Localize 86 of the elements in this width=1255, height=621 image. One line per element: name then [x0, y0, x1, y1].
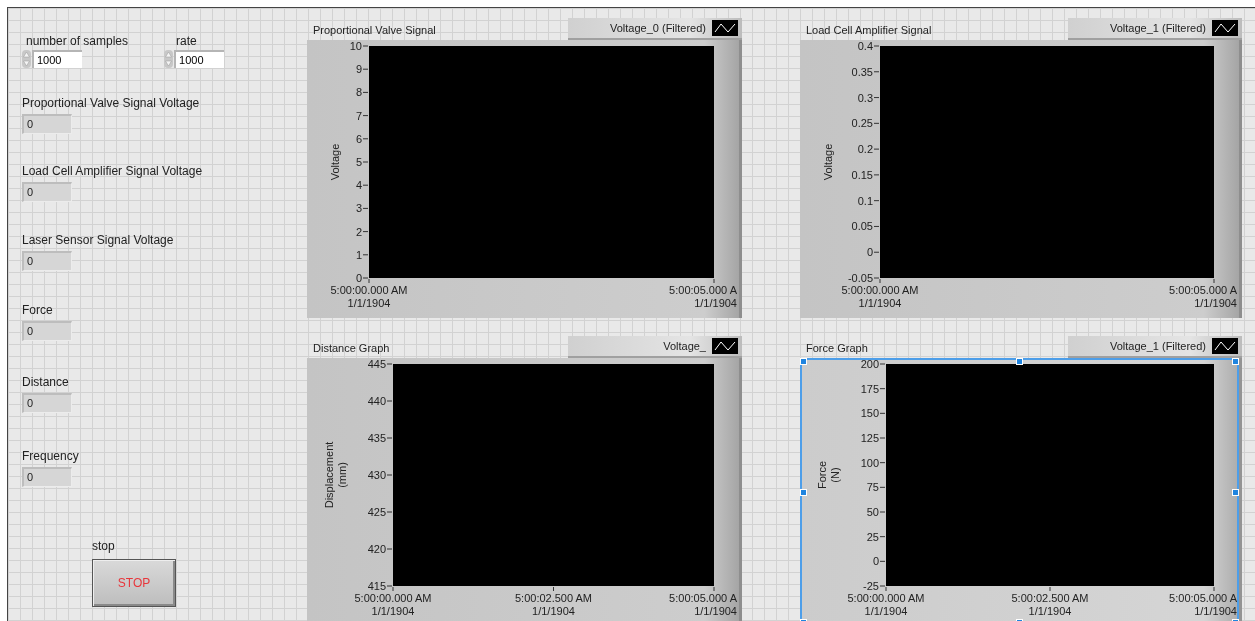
tick-label: 0.25 [851, 117, 873, 130]
resize-handle[interactable] [1232, 358, 1239, 365]
numeric-indicator: 0 [22, 393, 72, 413]
tick-label: 5:00:02.500 AM 1/1/1904 [514, 592, 593, 617]
control-label: number of samples [26, 34, 129, 48]
graph-title: Distance Graph [313, 342, 390, 354]
numeric-indicator: 0 [22, 114, 72, 134]
tick-label: 5:00:00.000 AM 1/1/1904 [330, 284, 408, 309]
tick-label: 5:00:05.000 A 1/1/1904 [669, 284, 737, 309]
tick-label: 415 [367, 580, 386, 592]
plot-line-icon [1212, 338, 1238, 354]
tick-label: 0.05 [851, 220, 873, 233]
tick-label: 5:00:00.000 AM 1/1/1904 [847, 592, 925, 617]
tick-label: 440 [367, 395, 386, 407]
tick-label: 100 [860, 456, 879, 469]
tick-label: 7 [355, 109, 362, 122]
tick-label: 435 [367, 432, 386, 444]
axis-title: Voltage [329, 143, 341, 181]
tick-label: 5:00:05.000 A 1/1/1904 [1169, 592, 1237, 617]
indicator-label: Force [22, 303, 53, 317]
tick-label: 5 [355, 156, 362, 168]
tick-label: 9 [355, 63, 362, 76]
tick-label: 5:00:00.000 AM 1/1/1904 [841, 284, 919, 309]
indicator-label: Frequency [22, 448, 79, 463]
tick-label: 5:00:00.000 AM 1/1/1904 [354, 592, 432, 617]
tick-label: 0.3 [857, 91, 873, 104]
numeric-field[interactable]: 1000 [32, 50, 82, 68]
tick-label: 0 [355, 272, 362, 284]
graph-title: Force Graph [806, 342, 868, 354]
plot-line-icon [1212, 20, 1238, 36]
tick-label: 10 [349, 40, 362, 52]
tick-label: 175 [860, 382, 879, 395]
plot-legend[interactable]: Voltage_0 (Filtered) [568, 18, 742, 40]
graph-title: Load Cell Amplifier Signal [806, 24, 932, 36]
tick-label: 425 [367, 506, 386, 518]
graph-title: Proportional Valve Signal [313, 24, 436, 36]
tick-label: 3 [355, 202, 362, 215]
numeric-indicator: 0 [22, 181, 72, 202]
numeric-field[interactable]: 1000 [174, 50, 225, 68]
resize-handle[interactable] [1232, 488, 1239, 496]
tick-label: 4 [355, 179, 362, 192]
tick-label: 5:00:05.000 A 1/1/1904 [669, 592, 737, 617]
tick-label: -25 [863, 580, 879, 592]
tick-label: 200 [860, 358, 879, 370]
plot-line-icon [712, 338, 738, 354]
plot-legend[interactable]: Voltage_1 (Filtered) [1068, 336, 1242, 358]
tick-label: -0.05 [847, 272, 873, 284]
tick-label: 5:00:02.500 AM 1/1/1904 [1011, 592, 1089, 617]
numeric-indicator: 0 [22, 321, 72, 341]
tick-label: 1 [355, 248, 362, 261]
axis-title: Voltage [822, 143, 834, 181]
tick-label: 0.4 [857, 40, 873, 52]
tick-label: 420 [367, 543, 386, 555]
tick-label: 0.15 [851, 168, 873, 181]
resize-handle[interactable] [800, 358, 807, 365]
numeric-indicator: 0 [22, 466, 72, 487]
plot-legend[interactable]: Voltage_ [568, 336, 742, 358]
tick-label: 6 [355, 132, 362, 145]
tick-label: 150 [860, 407, 879, 420]
indicator-label: Distance [22, 375, 69, 389]
indicator-label: Proportional Valve Signal Voltage [22, 96, 200, 110]
tick-label: 125 [860, 432, 879, 444]
tick-label: 0.35 [851, 65, 873, 78]
control-label: rate [176, 34, 197, 48]
tick-label: 0.1 [857, 194, 873, 207]
tick-label: 445 [367, 358, 386, 370]
button-label: stop [92, 538, 115, 553]
tick-label: 0 [872, 555, 879, 568]
tick-label: 75 [866, 481, 879, 494]
axis-title: Displacement (mm) [323, 441, 348, 509]
tick-label: 2 [355, 225, 362, 238]
axis-title: Force (N) [816, 460, 841, 490]
tick-label: 8 [355, 86, 362, 99]
indicator-label: Load Cell Amplifier Signal Voltage [22, 163, 203, 178]
plot-line-icon [712, 20, 738, 36]
resize-handle[interactable] [1016, 358, 1023, 365]
tick-label: 430 [367, 469, 386, 481]
tick-label: 5:00:05.000 A 1/1/1904 [1169, 284, 1237, 309]
tick-label: 50 [866, 506, 879, 518]
tick-label: 25 [866, 530, 879, 543]
resize-handle[interactable] [800, 488, 807, 496]
indicator-label: Laser Sensor Signal Voltage [22, 232, 174, 247]
tick-label: 0 [866, 246, 873, 259]
tick-label: 0.2 [857, 143, 873, 156]
plot-legend[interactable]: Voltage_1 (Filtered) [1068, 18, 1242, 40]
numeric-indicator: 0 [22, 250, 72, 271]
